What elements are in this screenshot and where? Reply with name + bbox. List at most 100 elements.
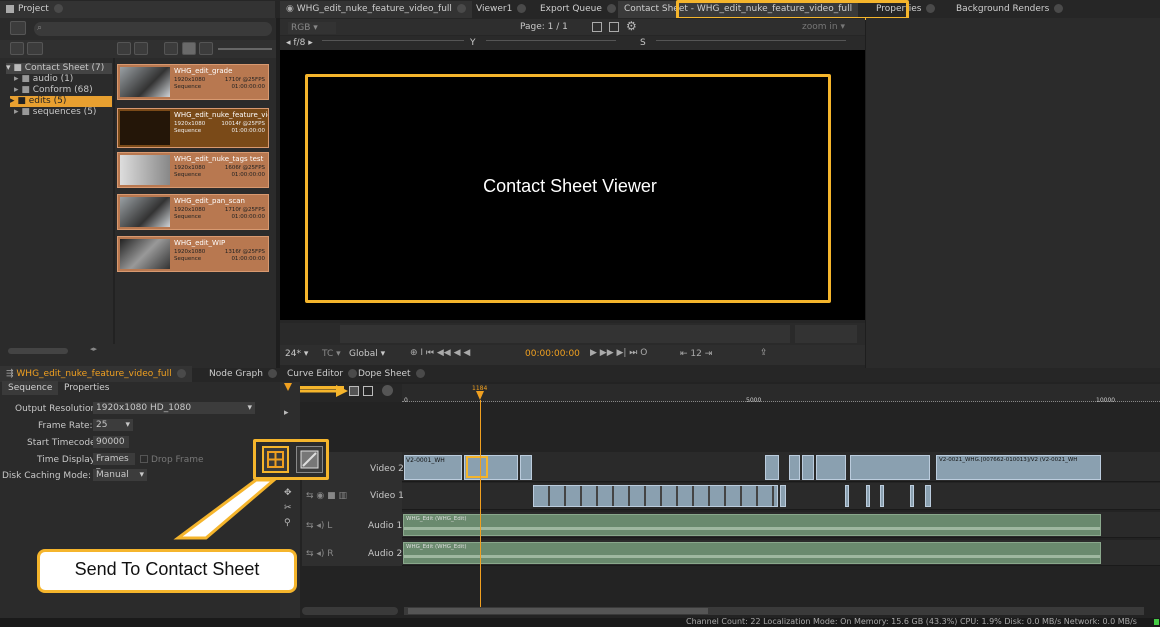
clip[interactable] — [789, 455, 800, 480]
tab-node-graph[interactable]: Node Graph — [203, 366, 283, 383]
timeline-ruler[interactable] — [402, 384, 1160, 402]
tree-item-edits[interactable]: ▸ ■ edits (5) — [10, 96, 112, 107]
tree-scrollbar[interactable] — [8, 348, 68, 354]
close-icon[interactable] — [517, 4, 527, 13]
contact-sheet-settings-small-icon[interactable] — [363, 386, 373, 396]
play-controls[interactable]: ▶ ▶▶ ▶| ⏭ O — [590, 348, 647, 358]
eye-icon: ◉ — [286, 4, 297, 14]
clip[interactable] — [925, 485, 931, 507]
close-icon[interactable] — [267, 369, 277, 378]
bin-card-selected[interactable]: WHG_edit_nuke_feature_vid 1920x1080 1001… — [117, 108, 269, 148]
clip[interactable] — [880, 485, 884, 507]
tab-dope-sheet[interactable]: Dope Sheet — [352, 366, 431, 383]
bin-card[interactable]: WHG_edit_nuke_tags test 1920x1080 1606f … — [117, 152, 269, 188]
bin-card[interactable]: WHG_edit_grade 1920x1080 1710f @25FPS Se… — [117, 64, 269, 100]
output-resolution-dropdown[interactable]: 1920x1080 HD_1080 ▾ — [93, 402, 255, 414]
razor-tool-icon[interactable]: ✂ — [284, 503, 296, 517]
tab-timeline-viewer[interactable]: ◉ WHG_edit_nuke_feature_video_full — [280, 1, 472, 18]
close-icon[interactable] — [176, 369, 186, 378]
panel-menu-icon[interactable] — [6, 4, 14, 13]
layout-icon[interactable] — [592, 22, 602, 32]
disk-caching-dropdown[interactable]: Manual ▾ — [93, 469, 147, 481]
channels-dropdown[interactable]: RGB ▾ — [288, 22, 336, 34]
tab-project[interactable]: Project — [0, 1, 275, 18]
search-input[interactable]: ⌕ — [34, 22, 272, 36]
close-icon[interactable] — [606, 4, 616, 13]
fstop-slider[interactable] — [322, 40, 464, 46]
thumbnail-size-slider[interactable] — [218, 48, 272, 50]
time-display-dropdown[interactable]: Frames ▾ — [93, 453, 135, 476]
close-icon[interactable] — [1054, 4, 1064, 13]
tab-viewer1[interactable]: Viewer1 — [470, 1, 532, 18]
close-icon[interactable] — [415, 369, 425, 378]
grid-icon[interactable] — [609, 22, 619, 32]
clip[interactable] — [780, 485, 786, 507]
gamma-slider[interactable] — [486, 40, 616, 46]
chevron-down-icon: ▾ — [125, 420, 130, 430]
sort-button[interactable] — [10, 42, 24, 55]
tree-item-sequences[interactable]: ▸ ■ sequences (5) — [14, 107, 96, 118]
tree-item-audio[interactable]: ▸ ■ audio (1) — [14, 74, 73, 85]
contact-sheet-settings-icon[interactable] — [296, 446, 323, 473]
fstop-control[interactable]: ◂ f/8 ▸ — [286, 38, 313, 48]
timecode-display[interactable]: 00:00:00:00 — [525, 349, 580, 359]
move-tool-icon[interactable]: ✥ — [284, 488, 296, 502]
tab-curve-editor[interactable]: Curve Editor — [281, 366, 363, 383]
scroll-arrows-icon[interactable]: ◂▸ — [90, 345, 108, 355]
tab-sequence[interactable]: Sequence — [2, 381, 59, 395]
fps-dropdown[interactable]: 24* ▾ — [285, 349, 308, 359]
tree-item-contact-sheet[interactable]: ▾ ■ Contact Sheet (7) — [6, 63, 112, 74]
bin-card[interactable]: WHG_edit_WIP 1920x1080 1316f @25FPS Sequ… — [117, 236, 269, 272]
clip[interactable] — [850, 455, 930, 480]
audio-clip[interactable]: WHG_Edit (WHG_Edit) — [403, 514, 1101, 536]
bin-card[interactable]: WHG_edit_pan_scan 1920x1080 1710f @25FPS… — [117, 194, 269, 230]
clip[interactable]: V2-0001_WH — [404, 455, 462, 480]
tree-item-conform[interactable]: ▸ ■ Conform (68) — [14, 85, 93, 96]
step-field[interactable]: ⇤ 12 ⇥ — [680, 349, 712, 359]
close-icon[interactable] — [456, 4, 466, 13]
zoom-scrollbar[interactable] — [302, 607, 398, 615]
tab-export-queue[interactable]: Export Queue — [534, 1, 622, 18]
filter-button[interactable] — [27, 42, 43, 55]
track-controls-icon[interactable]: ⇆ ◉ ■ ▥ — [306, 491, 347, 501]
scope-dropdown[interactable]: Global ▾ — [349, 349, 385, 359]
tab-background-renders[interactable]: Background Renders — [950, 1, 1069, 18]
callout-label: Send To Contact Sheet — [74, 559, 260, 579]
close-icon[interactable] — [926, 4, 936, 13]
zoom-tool-icon[interactable]: ⚲ — [284, 518, 296, 532]
grid-large-button[interactable] — [164, 42, 178, 55]
drop-frame-checkbox[interactable] — [140, 455, 148, 463]
frame-rate-dropdown[interactable]: 25 ▾ — [93, 419, 133, 431]
in-out-controls[interactable]: ⊕ I ⏮ ◀◀ ◀ ◀ — [410, 348, 470, 358]
timeline-scrollbar-handle[interactable] — [408, 608, 708, 614]
record-icon[interactable] — [382, 385, 393, 396]
tc-dropdown[interactable]: TC ▾ — [322, 349, 341, 359]
export-icon[interactable]: ⇪ — [760, 348, 768, 358]
clip[interactable] — [802, 455, 814, 480]
audio-clip[interactable]: WHG_Edit (WHG_Edit) — [403, 542, 1101, 564]
clip[interactable] — [866, 485, 870, 507]
zoom-dropdown[interactable]: zoom in ▾ — [802, 22, 845, 32]
clip[interactable]: V2-0021_WHG.[007662-010013]/V2 (V2-0021_… — [936, 455, 1101, 480]
close-icon[interactable] — [53, 4, 63, 13]
bin-sort-button[interactable] — [117, 42, 131, 55]
select-tool-icon[interactable]: ▸ — [284, 408, 296, 422]
grid-small-button[interactable] — [134, 42, 148, 55]
grid-view-button[interactable] — [182, 42, 196, 55]
clip[interactable] — [520, 455, 532, 480]
gear-icon[interactable]: ⚙ — [626, 19, 637, 33]
clip[interactable] — [765, 455, 779, 480]
view-toggle-button[interactable] — [10, 21, 26, 35]
start-timecode-field[interactable]: 90000 — [93, 436, 129, 448]
clip[interactable] — [910, 485, 914, 507]
saturation-slider[interactable] — [656, 40, 846, 46]
track-controls-icon[interactable]: ⇆ ◂) R — [306, 549, 334, 559]
track-controls-icon[interactable]: ⇆ ◂) L — [306, 521, 332, 531]
send-to-contact-sheet-small-icon[interactable] — [349, 386, 359, 396]
clip[interactable] — [816, 455, 846, 480]
clip[interactable] — [533, 485, 778, 507]
list-view-button[interactable] — [199, 42, 213, 55]
clip[interactable] — [845, 485, 849, 507]
send-to-contact-sheet-icon[interactable] — [262, 446, 289, 473]
tab-sequence-properties[interactable]: Properties — [58, 381, 115, 395]
